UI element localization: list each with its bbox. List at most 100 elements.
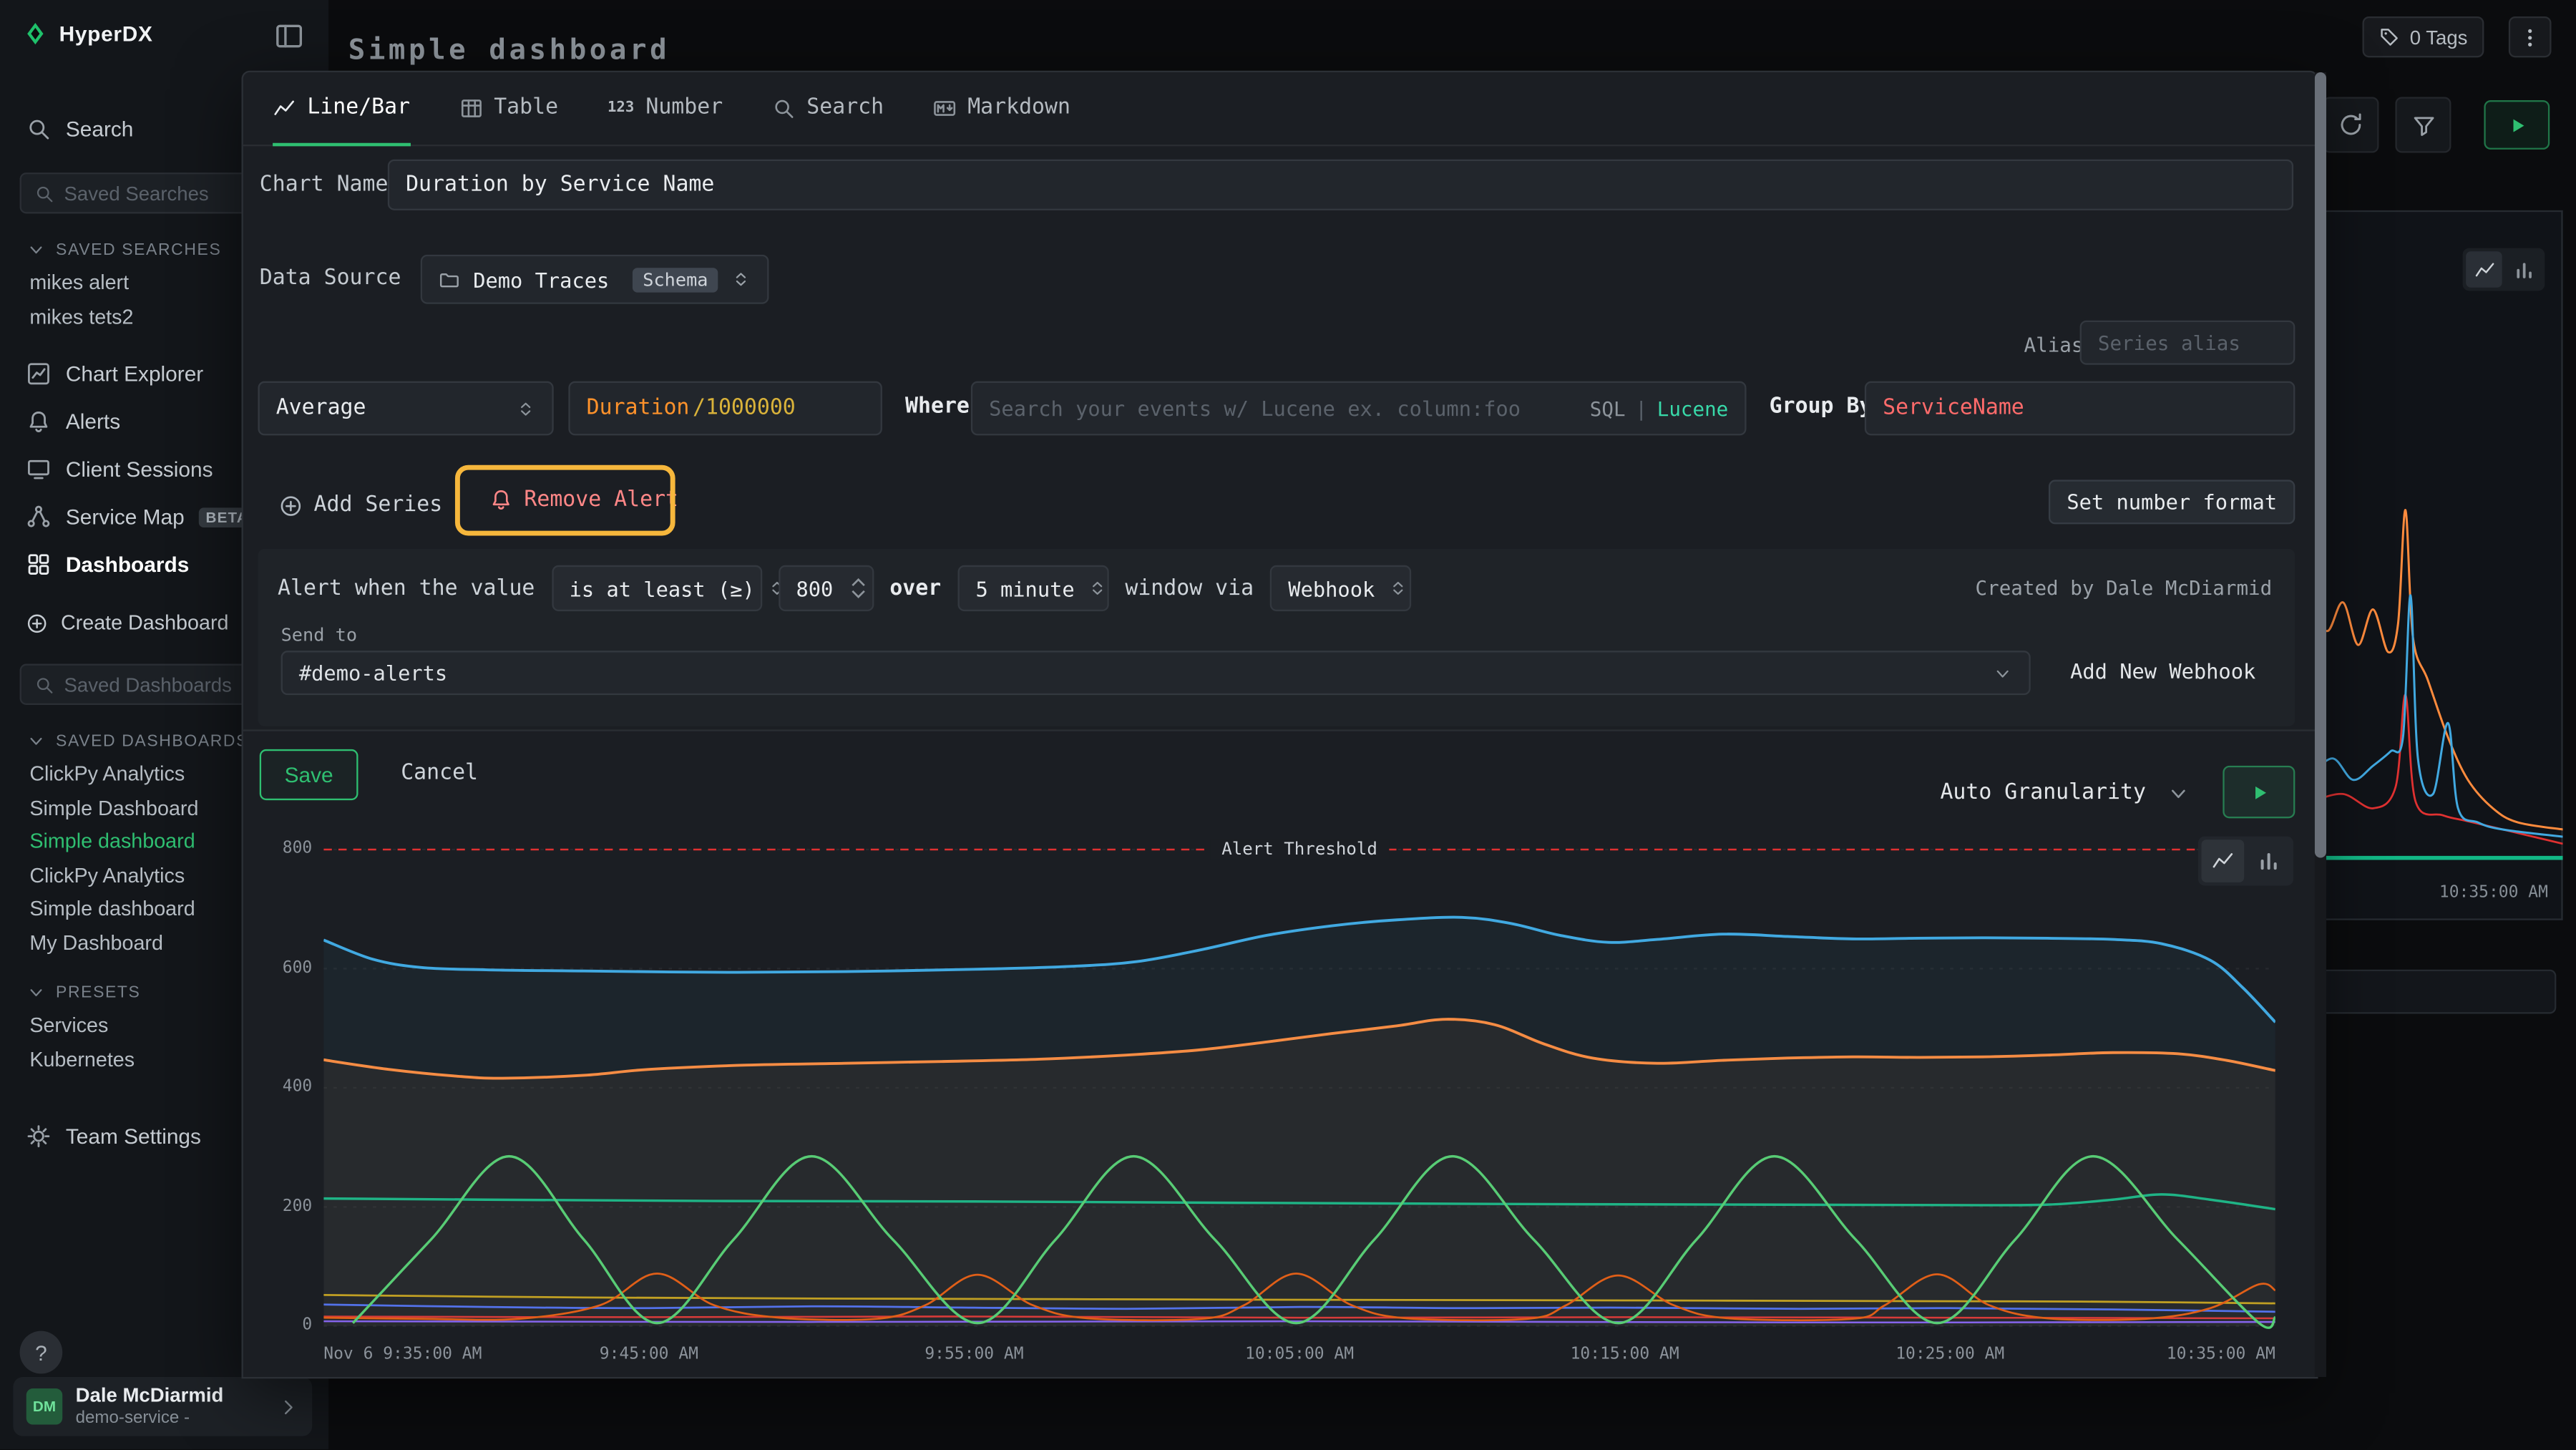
x-axis-label: 9:45:00 AM [600, 1346, 698, 1363]
data-source-value: Demo Traces [473, 267, 609, 291]
query-language-toggle[interactable]: SQL | Lucene [1590, 396, 1729, 419]
save-button[interactable]: Save [260, 749, 358, 800]
chart-name-value: Duration by Service Name [406, 172, 714, 197]
group-by-label: Group By [1770, 394, 1873, 419]
data-source-label: Data Source [260, 266, 401, 291]
chevron-down-icon [2167, 782, 2190, 804]
field-suffix: /1000000 [693, 396, 796, 420]
bar-chart-icon [2258, 850, 2280, 872]
scrollbar-thumb[interactable] [2315, 72, 2326, 857]
monitor-icon [26, 457, 51, 481]
markdown-icon [933, 96, 956, 119]
saved-searches-placeholder: Saved Searches [64, 182, 209, 205]
refresh-button[interactable] [2323, 97, 2379, 152]
data-source-select[interactable]: Demo Traces Schema [421, 255, 769, 304]
chevron-down-icon [1993, 663, 2013, 683]
search-icon [26, 117, 51, 141]
x-axis-label: 10:25:00 AM [1896, 1346, 2004, 1363]
background-panel-edge [2313, 970, 2557, 1014]
tag-icon [2379, 26, 2400, 48]
line-chart-icon [2473, 259, 2494, 281]
table-icon [459, 96, 482, 119]
editor-tabs: Line/Bar Table 123Number Search Markdown [243, 72, 2316, 146]
alert-condition-select[interactable]: is at least (≥) [551, 565, 761, 611]
x-axis-label: Nov 6 9:35:00 AM [323, 1346, 482, 1363]
bell-icon [26, 409, 51, 434]
plus-icon [279, 494, 302, 517]
group-by-input[interactable]: ServiceName [1865, 381, 2296, 436]
tab-number[interactable]: 123Number [608, 72, 723, 146]
tags-button[interactable]: 0 Tags [2362, 16, 2484, 57]
background-chart-card: 10:35:00 AM [2313, 210, 2563, 920]
chart-type-toggle [2463, 248, 2545, 291]
add-new-webhook-link[interactable]: Add New Webhook [2070, 659, 2255, 683]
alert-config-panel: Alert when the value is at least (≥) 800… [258, 549, 2295, 726]
bar-chart-toggle[interactable] [2248, 840, 2290, 882]
y-axis-label: 0 [263, 1316, 312, 1334]
chart-name-label: Chart Name [260, 172, 389, 197]
number-stepper[interactable] [850, 577, 865, 600]
bar-chart-toggle[interactable] [2505, 251, 2542, 288]
tab-markdown[interactable]: Markdown [933, 72, 1070, 146]
ellipsis-icon [2519, 26, 2542, 49]
add-series-button[interactable]: Add Series [279, 483, 442, 527]
filter-button[interactable] [2395, 97, 2451, 152]
chart-name-input[interactable]: Duration by Service Name [388, 160, 2293, 210]
tab-label: Line/Bar [307, 95, 410, 120]
service-map-icon [26, 505, 51, 529]
sidebar-item-label: Chart Explorer [66, 361, 203, 386]
aggregation-select[interactable]: Average [258, 381, 553, 436]
run-chart-button[interactable] [2223, 766, 2295, 818]
x-axis-label: 10:35:00 AM [2439, 884, 2548, 902]
tab-search[interactable]: Search [772, 72, 884, 146]
background-chart [2313, 212, 2563, 922]
run-query-button[interactable] [2484, 100, 2550, 150]
set-number-format-button[interactable]: Set number format [2049, 480, 2295, 524]
sidebar-item-label: Dashboards [66, 552, 190, 576]
line-chart-toggle[interactable] [2202, 840, 2245, 882]
chart-type-toggle [2198, 837, 2293, 886]
y-axis-label: 200 [263, 1197, 312, 1215]
brand-name: HyperDX [59, 21, 153, 46]
cancel-button[interactable]: Cancel [401, 761, 478, 785]
alias-input[interactable]: Series alias [2080, 321, 2296, 365]
brand[interactable]: HyperDX [23, 21, 152, 46]
y-axis-label: 400 [263, 1078, 312, 1096]
tab-table[interactable]: Table [459, 72, 558, 146]
grid-icon [26, 552, 51, 576]
preview-chart[interactable] [323, 840, 2275, 1335]
alert-channel-select[interactable]: Webhook [1270, 565, 1411, 611]
where-input[interactable]: Search your events w/ Lucene ex. column:… [971, 381, 1747, 436]
sidebar-item-label: Service Map [66, 505, 185, 529]
chart-editor-panel: Line/Bar Table 123Number Search Markdown Cha… [243, 72, 2316, 1377]
y-axis-label: 800 [263, 840, 312, 857]
line-chart-toggle[interactable] [2466, 251, 2502, 288]
filter-icon [2411, 112, 2435, 137]
help-button[interactable]: ? [20, 1331, 63, 1374]
x-axis-label: 9:55:00 AM [924, 1346, 1023, 1363]
chart-line-icon [26, 361, 51, 386]
x-axis-label: 10:35:00 AM [2167, 1346, 2275, 1363]
more-options-button[interactable] [2509, 16, 2552, 57]
field-input[interactable]: Duration/1000000 [568, 381, 882, 436]
sidebar-toggle-icon[interactable] [274, 21, 303, 51]
bar-chart-icon [2513, 259, 2534, 281]
sidebar-item-label: Search [66, 117, 134, 141]
refresh-icon [2338, 112, 2364, 138]
granularity-select[interactable]: Auto Granularity [1933, 767, 2196, 818]
alert-threshold-input[interactable]: 800 [778, 565, 873, 611]
line-chart-icon [2211, 850, 2234, 872]
send-to-select[interactable]: #demo-alerts [281, 651, 2031, 695]
chevron-down-icon [26, 240, 47, 260]
alias-placeholder: Series alias [2098, 331, 2240, 354]
tab-line-bar[interactable]: Line/Bar [273, 72, 410, 146]
x-axis-label: 10:15:00 AM [1571, 1346, 1679, 1363]
user-menu[interactable]: DM Dale McDiarmid demo-service - [13, 1377, 312, 1436]
tab-label: Markdown [967, 95, 1070, 120]
alert-window-select[interactable]: 5 minute [957, 565, 1108, 611]
lucene-option[interactable]: Lucene [1657, 396, 1729, 419]
tab-label: Search [806, 95, 884, 120]
sql-option[interactable]: SQL [1590, 396, 1626, 419]
remove-alert-button[interactable]: Remove Alert [477, 475, 692, 525]
updown-chevron-icon [1388, 578, 1408, 598]
